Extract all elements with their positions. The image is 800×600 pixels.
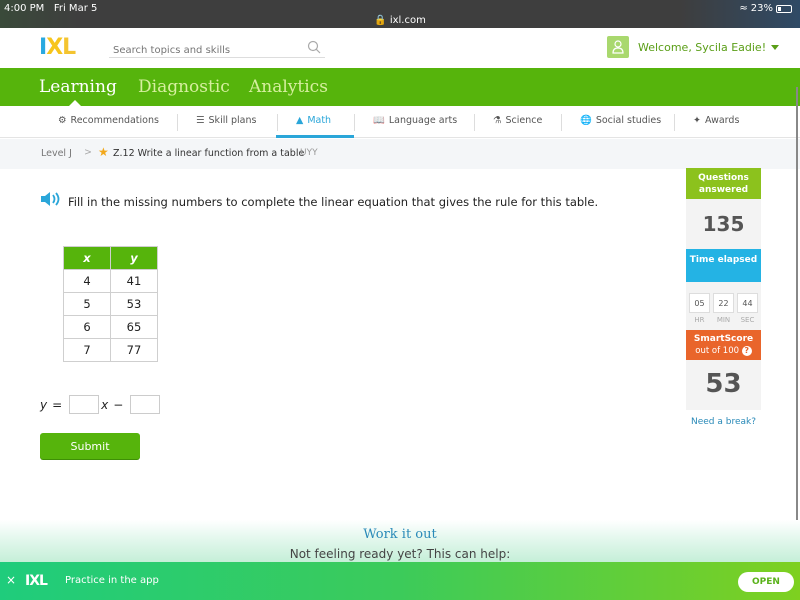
need-a-break-link[interactable]: Need a break? — [686, 417, 761, 427]
equation-lhs: y — [40, 397, 48, 412]
search-box[interactable] — [109, 38, 325, 58]
timer-hours: 05 HR — [689, 293, 710, 330]
work-it-out-subtitle: Not feeling ready yet? This can help: — [289, 547, 511, 561]
divider — [177, 114, 178, 131]
star-icon: ★ — [98, 145, 109, 159]
subnav-recommendations[interactable]: ⚙ Recommendations — [58, 115, 159, 126]
open-app-button[interactable]: OPEN — [738, 572, 794, 592]
status-time: 4:00 PM Fri Mar 5 — [4, 3, 98, 14]
close-icon[interactable]: × — [6, 573, 16, 587]
table-row: 6 65 — [63, 315, 158, 339]
equals-sign: = — [52, 397, 63, 412]
awards-icon: ✦ — [693, 115, 701, 126]
user-avatar-icon — [607, 36, 629, 58]
question-prompt: Fill in the missing numbers to complete … — [40, 192, 600, 213]
welcome-text: Welcome, Sycila Eadie! — [638, 40, 767, 54]
cell-x: 6 — [63, 315, 111, 339]
divider — [277, 114, 278, 131]
xy-table: x y 4 41 5 53 6 65 7 77 — [63, 246, 158, 362]
equation: y = x − — [40, 395, 162, 414]
column-header-x: x — [63, 246, 111, 270]
site-header: IXL Welcome, Sycila Eadie! — [0, 28, 800, 68]
timer-seconds: 44 SEC — [737, 293, 758, 330]
cell-y: 41 — [110, 269, 158, 293]
cell-y: 53 — [110, 292, 158, 316]
cell-x: 5 — [63, 292, 111, 316]
math-pyramid-icon: ▲ — [296, 115, 304, 126]
subnav-awards[interactable]: ✦ Awards — [693, 115, 739, 126]
book-icon: 📖 — [373, 115, 385, 126]
globe-icon: 🌐 — [580, 115, 592, 126]
work-it-out-section: Work it out Not feeling ready yet? This … — [0, 520, 800, 562]
questions-answered-label: Questions answered — [686, 168, 761, 199]
flask-icon: ⚗ — [493, 115, 502, 126]
search-input[interactable] — [109, 42, 299, 56]
divider — [674, 114, 675, 131]
chevron-down-icon — [771, 44, 780, 50]
status-right: ≈ 23% — [739, 3, 792, 14]
smartscore-value: 53 — [686, 360, 761, 410]
battery-icon — [776, 4, 792, 13]
search-icon[interactable] — [307, 40, 321, 54]
subnav-skill-plans[interactable]: ☰ Skill plans — [196, 115, 256, 126]
smartscore-label: SmartScore out of 100 ? — [686, 330, 761, 360]
banner-text: Practice in the app — [65, 575, 159, 586]
stats-sidebar: Questions answered 135 Time elapsed 05 HR… — [686, 168, 761, 427]
subnav-science[interactable]: ⚗ Science — [493, 115, 542, 126]
ixl-logo-small: IXL — [25, 573, 48, 589]
time-elapsed-label: Time elapsed — [686, 249, 761, 282]
work-it-out-title: Work it out — [363, 527, 437, 542]
table-row: 7 77 — [63, 338, 158, 362]
divider — [561, 114, 562, 131]
table-header-row: x y — [63, 246, 158, 270]
scrollbar[interactable] — [796, 87, 798, 560]
chevron-right-icon: > — [84, 147, 92, 158]
subnav-math[interactable]: ▲ Math — [296, 115, 331, 126]
ios-status-bar: 4:00 PM Fri Mar 5 🔒 ixl.com ≈ 23% — [0, 0, 800, 28]
table-row: 5 53 — [63, 292, 158, 316]
skill-title: Z.12 Write a linear function from a tabl… — [113, 148, 305, 159]
slope-input[interactable] — [69, 395, 100, 414]
nav-diagnostic[interactable]: Diagnostic — [138, 77, 230, 97]
divider — [354, 114, 355, 131]
cell-x: 7 — [63, 338, 111, 362]
submit-button[interactable]: Submit — [40, 433, 140, 459]
minus-sign: − — [113, 397, 124, 412]
cell-y: 77 — [110, 338, 158, 362]
cell-x: 4 — [63, 269, 111, 293]
help-icon[interactable]: ? — [741, 346, 752, 356]
breadcrumb-level[interactable]: Level J — [41, 148, 72, 159]
recommendations-icon: ⚙ — [58, 115, 67, 126]
url-bar[interactable]: 🔒 ixl.com — [0, 15, 800, 26]
battery-percent: 23% — [750, 3, 773, 14]
nav-analytics[interactable]: Analytics — [249, 77, 328, 97]
speaker-icon[interactable] — [40, 192, 62, 213]
nav-learning[interactable]: Learning — [39, 77, 117, 97]
breadcrumb: Level J > ★ Z.12 Write a linear function… — [0, 139, 800, 169]
timer-minutes: 22 MIN — [713, 293, 734, 330]
main-nav: Learning Diagnostic Analytics — [0, 68, 800, 106]
equation-variable: x — [101, 397, 109, 412]
ixl-logo[interactable]: IXL — [39, 37, 76, 59]
subnav-social-studies[interactable]: 🌐 Social studies — [580, 115, 661, 126]
wifi-icon: ≈ — [739, 3, 748, 14]
divider — [474, 114, 475, 131]
user-menu[interactable]: Welcome, Sycila Eadie! — [607, 36, 780, 58]
subnav-language-arts[interactable]: 📖 Language arts — [373, 115, 457, 126]
questions-answered-count: 135 — [686, 199, 761, 249]
time-elapsed: 05 HR 22 MIN 44 SEC — [686, 282, 761, 330]
subject-nav: ⚙ Recommendations ☰ Skill plans ▲ Math 📖 Lan… — [0, 106, 800, 138]
intercept-input[interactable] — [130, 395, 161, 414]
column-header-y: y — [110, 246, 158, 270]
lock-icon: 🔒 — [374, 15, 387, 26]
app-banner: × IXL Practice in the app OPEN — [0, 562, 800, 600]
cell-y: 65 — [110, 315, 158, 339]
skill-code: UYY — [300, 148, 318, 158]
table-row: 4 41 — [63, 269, 158, 293]
active-tab-underline — [276, 135, 354, 138]
skill-plans-icon: ☰ — [196, 115, 205, 126]
